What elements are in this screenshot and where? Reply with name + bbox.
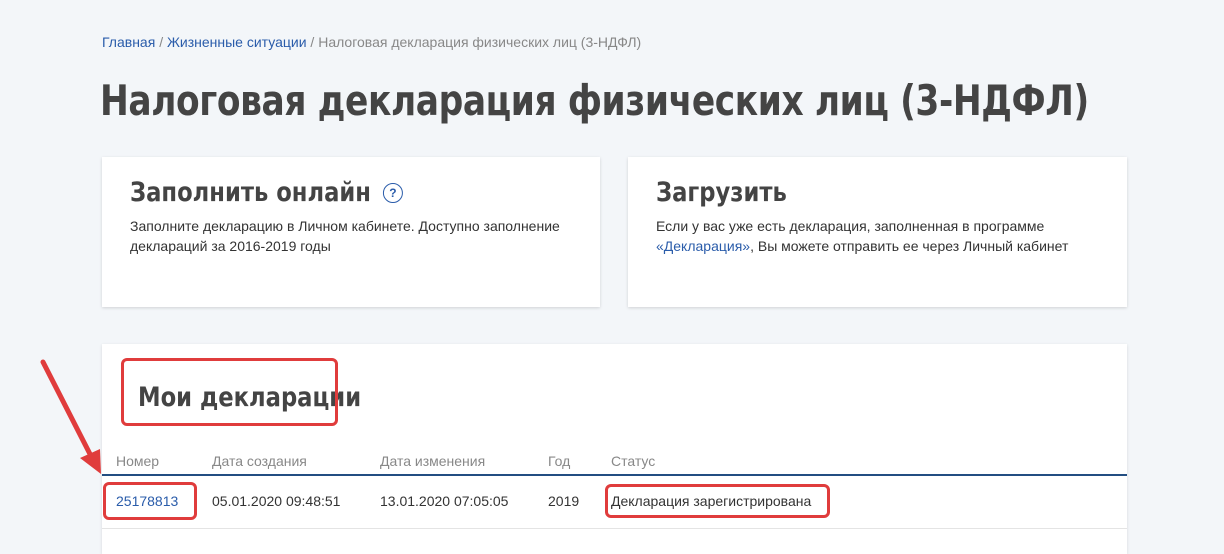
help-icon[interactable]: ? <box>382 182 403 203</box>
declaration-status: Декларация зарегистрирована <box>611 493 812 509</box>
upload-description: Если у вас уже есть декларация, заполнен… <box>656 216 1099 256</box>
breadcrumb-separator: / <box>159 34 164 50</box>
breadcrumb-current: Налоговая декларация физических лиц (3-Н… <box>318 34 642 50</box>
column-created: Дата создания <box>212 453 307 469</box>
breadcrumb-life-situations-link[interactable]: Жизненные ситуации <box>167 34 307 50</box>
column-status: Статус <box>611 453 656 469</box>
declaration-program-link[interactable]: «Декларация» <box>656 238 750 254</box>
column-number: Номер <box>116 453 160 469</box>
declaration-year: 2019 <box>548 493 580 509</box>
upload-title-text[interactable]: Загрузить <box>656 177 787 208</box>
fill-online-description: Заполните декларацию в Личном кабинете. … <box>130 218 560 254</box>
column-year: Год <box>548 453 571 469</box>
fill-online-card[interactable]: Заполнить онлайн ? Заполните декларацию … <box>102 157 600 307</box>
fill-online-title-text[interactable]: Заполнить онлайн <box>130 177 371 208</box>
declaration-number-link[interactable]: 25178813 <box>116 493 178 509</box>
breadcrumb-separator: / <box>310 34 315 50</box>
my-declarations-title: Мои декларации <box>138 382 362 413</box>
upload-text-before: Если у вас уже есть декларация, заполнен… <box>656 218 1045 234</box>
declaration-modified: 13.01.2020 07:05:05 <box>380 493 509 509</box>
upload-title[interactable]: Загрузить <box>656 177 1028 208</box>
table-row[interactable]: 25178813 05.01.2020 09:48:51 13.01.2020 … <box>102 476 1127 529</box>
column-modified: Дата изменения <box>380 453 486 469</box>
declaration-created: 05.01.2020 09:48:51 <box>212 493 341 509</box>
page-title: Налоговая декларация физических лиц (3-Н… <box>100 76 1089 125</box>
upload-text-after: , Вы можете отправить ее через Личный ка… <box>750 238 1069 254</box>
my-declarations-panel: Мои декларации Номер Дата создания Дата … <box>102 344 1127 554</box>
breadcrumb: Главная / Жизненные ситуации / Налоговая… <box>102 34 641 50</box>
upload-card[interactable]: Загрузить Если у вас уже есть декларация… <box>628 157 1127 307</box>
table-header: Номер Дата создания Дата изменения Год С… <box>102 450 1127 476</box>
fill-online-title[interactable]: Заполнить онлайн ? <box>130 177 501 208</box>
breadcrumb-home-link[interactable]: Главная <box>102 34 155 50</box>
